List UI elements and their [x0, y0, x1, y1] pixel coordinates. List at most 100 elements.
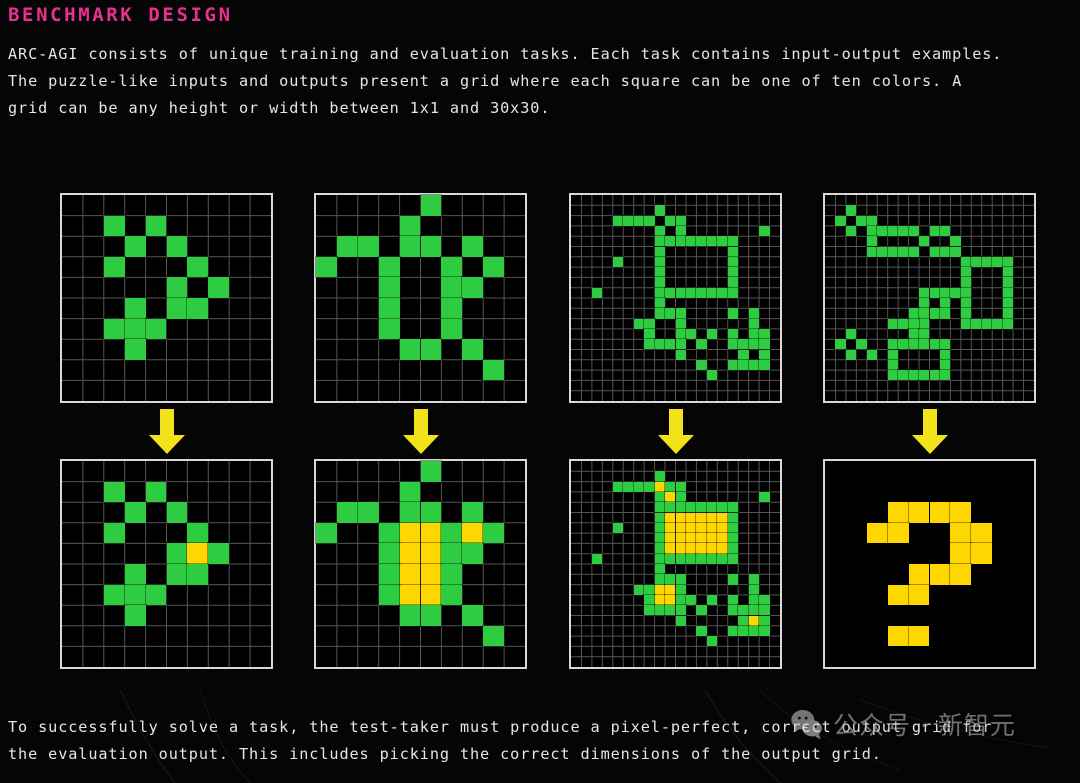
grid-cell-green[interactable] [1001, 317, 1015, 330]
grid-cell-green[interactable] [886, 224, 900, 238]
grid-cell-yellow[interactable] [949, 563, 973, 586]
grid-cell-green[interactable] [674, 501, 687, 514]
grid-cell-green[interactable] [590, 286, 604, 300]
grid-cell-green[interactable] [865, 348, 879, 361]
grid-cell-green[interactable] [876, 245, 889, 258]
grid-cell-green[interactable] [938, 338, 952, 351]
grid-cell-green[interactable] [726, 286, 740, 300]
grid-cell-green[interactable] [377, 521, 401, 545]
grid-cell-green[interactable] [377, 563, 401, 586]
grid-cell-green[interactable] [758, 338, 771, 351]
grid-cell-green[interactable] [938, 296, 952, 310]
grid-cell-yellow[interactable] [886, 583, 910, 607]
grid-cell-green[interactable] [123, 583, 147, 607]
grid-cell-green[interactable] [398, 235, 422, 258]
grid-cell-yellow[interactable] [970, 542, 994, 565]
grid-cell-green[interactable] [918, 338, 931, 351]
grid-cell-green[interactable] [335, 235, 359, 258]
grid-cell-yellow[interactable] [684, 532, 698, 545]
grid-cell-green[interactable] [102, 317, 126, 341]
grid-cell-green[interactable] [886, 369, 900, 382]
grid-cell-green[interactable] [991, 317, 1004, 330]
grid-cell-yellow[interactable] [928, 563, 952, 586]
grid-cell-green[interactable] [1001, 286, 1015, 300]
grid-cell-green[interactable] [207, 542, 231, 565]
grid-cell-green[interactable] [684, 552, 698, 566]
grid-cell-green[interactable] [918, 327, 931, 341]
grid-cell-green[interactable] [419, 235, 443, 258]
grid-cell-green[interactable] [695, 552, 708, 566]
grid-cell-green[interactable] [907, 369, 921, 382]
grid-cell-green[interactable] [737, 624, 750, 638]
grid-cell-green[interactable] [674, 604, 687, 617]
grid-cell-green[interactable] [440, 542, 464, 565]
grid-cell-green[interactable] [737, 604, 750, 617]
grid-cell-green[interactable] [844, 224, 858, 238]
grid-cell-yellow[interactable] [886, 501, 910, 524]
grid-cell-green[interactable] [928, 338, 941, 351]
grid-cell-yellow[interactable] [716, 542, 729, 555]
grid-cell-green[interactable] [482, 521, 506, 545]
grid-cell-green[interactable] [1001, 266, 1015, 279]
grid-cell-green[interactable] [938, 348, 952, 361]
grid-cell-yellow[interactable] [716, 532, 729, 545]
grid-cell-green[interactable] [674, 480, 687, 493]
grid-cell-yellow[interactable] [907, 583, 931, 607]
grid-cell-green[interactable] [377, 583, 401, 607]
grid-cell-green[interactable] [674, 348, 687, 361]
grid-cell-green[interactable] [653, 245, 667, 258]
grid-cell-green[interactable] [726, 358, 740, 372]
grid-cell-green[interactable] [959, 286, 973, 300]
output-grid-4[interactable] [823, 459, 1036, 669]
grid-cell-green[interactable] [886, 358, 900, 372]
grid-cell-yellow[interactable] [747, 614, 761, 627]
input-grid-4[interactable] [823, 193, 1036, 403]
grid-cell-green[interactable] [959, 296, 973, 310]
grid-cell-green[interactable] [938, 286, 952, 300]
grid-cell-green[interactable] [315, 521, 338, 545]
grid-cell-green[interactable] [705, 552, 719, 566]
grid-cell-green[interactable] [747, 583, 761, 596]
grid-cell-green[interactable] [440, 297, 464, 320]
grid-cell-green[interactable] [705, 369, 719, 382]
grid-cell-green[interactable] [653, 532, 667, 545]
grid-cell-green[interactable] [102, 214, 126, 238]
grid-cell-green[interactable] [653, 573, 667, 586]
grid-cell-green[interactable] [653, 552, 667, 566]
grid-cell-green[interactable] [928, 369, 941, 382]
grid-cell-green[interactable] [970, 255, 983, 269]
grid-cell-yellow[interactable] [419, 521, 443, 545]
grid-cell-green[interactable] [695, 286, 708, 300]
input-grid-2[interactable] [314, 193, 527, 403]
grid-cell-yellow[interactable] [664, 521, 677, 535]
grid-cell-green[interactable] [949, 245, 962, 258]
grid-cell-green[interactable] [865, 224, 879, 238]
grid-cell-green[interactable] [980, 317, 994, 330]
grid-cell-green[interactable] [726, 338, 740, 351]
grid-cell-green[interactable] [844, 204, 858, 217]
grid-cell-green[interactable] [938, 369, 952, 382]
grid-cell-green[interactable] [653, 224, 667, 238]
grid-cell-green[interactable] [356, 235, 380, 258]
grid-cell-yellow[interactable] [907, 624, 931, 648]
grid-cell-green[interactable] [622, 480, 635, 493]
grid-cell-green[interactable] [737, 338, 750, 351]
grid-cell-green[interactable] [684, 286, 698, 300]
grid-cell-green[interactable] [684, 235, 698, 248]
grid-cell-green[interactable] [643, 583, 656, 596]
grid-cell-green[interactable] [123, 501, 147, 524]
grid-cell-green[interactable] [653, 562, 667, 576]
grid-cell-green[interactable] [747, 593, 761, 607]
grid-cell-yellow[interactable] [664, 542, 677, 555]
grid-cell-green[interactable] [907, 224, 921, 238]
grid-cell-yellow[interactable] [695, 532, 708, 545]
grid-cell-green[interactable] [653, 204, 667, 217]
grid-cell-green[interactable] [207, 276, 231, 299]
grid-cell-green[interactable] [664, 307, 677, 320]
grid-cell-green[interactable] [980, 255, 994, 269]
grid-cell-green[interactable] [918, 307, 931, 320]
grid-cell-green[interactable] [461, 235, 485, 258]
grid-cell-yellow[interactable] [653, 583, 667, 596]
grid-cell-green[interactable] [643, 604, 656, 617]
grid-cell-green[interactable] [461, 276, 485, 299]
